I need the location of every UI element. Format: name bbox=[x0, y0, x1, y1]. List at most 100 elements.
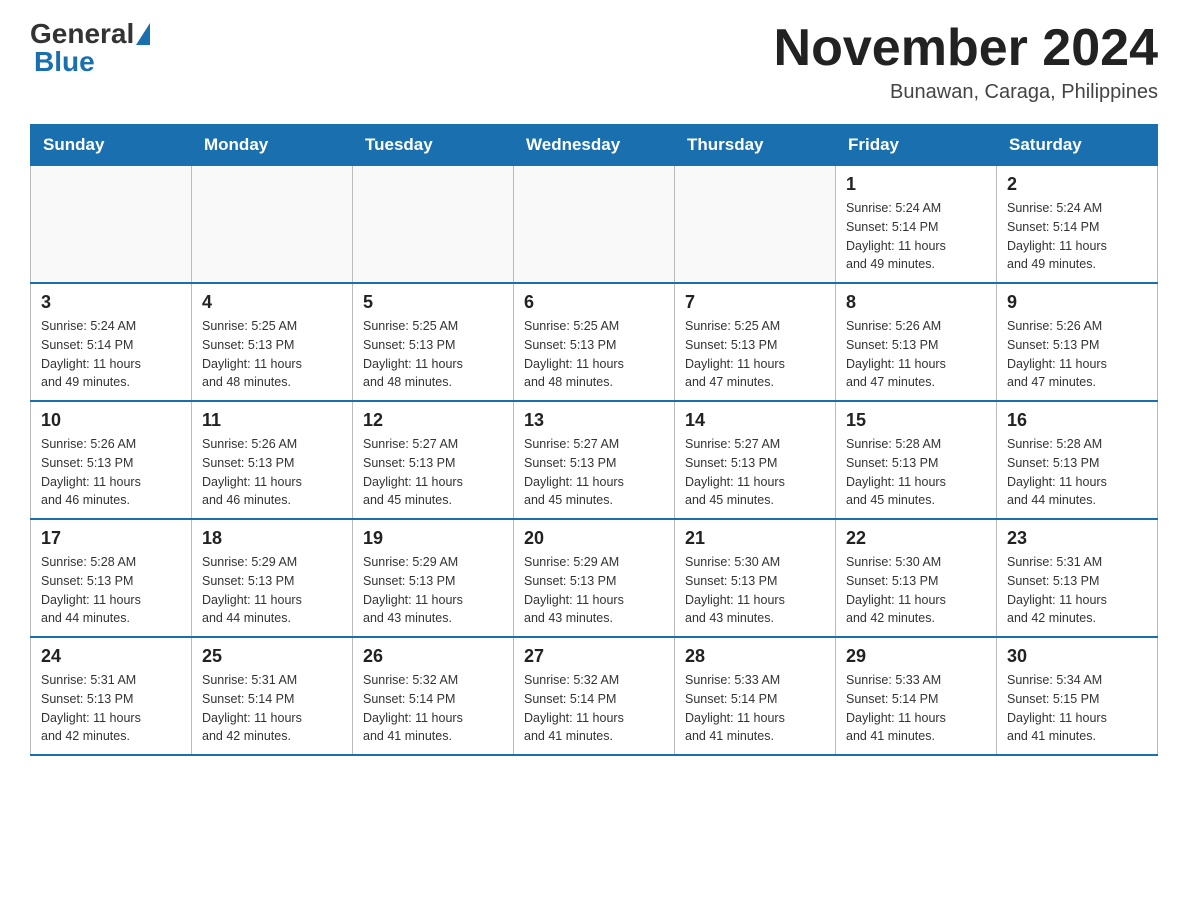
day-info: Sunrise: 5:24 AM Sunset: 5:14 PM Dayligh… bbox=[1007, 199, 1147, 274]
table-row bbox=[353, 166, 514, 284]
col-friday: Friday bbox=[836, 125, 997, 166]
col-monday: Monday bbox=[192, 125, 353, 166]
day-number: 30 bbox=[1007, 646, 1147, 667]
day-info: Sunrise: 5:31 AM Sunset: 5:14 PM Dayligh… bbox=[202, 671, 342, 746]
day-info: Sunrise: 5:33 AM Sunset: 5:14 PM Dayligh… bbox=[846, 671, 986, 746]
day-number: 24 bbox=[41, 646, 181, 667]
table-row: 25Sunrise: 5:31 AM Sunset: 5:14 PM Dayli… bbox=[192, 637, 353, 755]
table-row: 11 Sunrise: 5:26 AM Sunset: 5:13 PM Dayli… bbox=[192, 401, 353, 519]
day-number: 13 bbox=[524, 410, 664, 431]
day-info: Sunrise: 5:34 AM Sunset: 5:15 PM Dayligh… bbox=[1007, 671, 1147, 746]
day-number: 2 bbox=[1007, 174, 1147, 195]
table-row: 8 Sunrise: 5:26 AM Sunset: 5:13 PM Daylig… bbox=[836, 283, 997, 401]
day-info: Sunrise: 5:25 AM Sunset: 5:13 PM Dayligh… bbox=[202, 317, 342, 392]
day-number: 28 bbox=[685, 646, 825, 667]
day-number: 15 bbox=[846, 410, 986, 431]
table-row: 21 Sunrise: 5:30 AM Sunset: 5:13 PM Dayli… bbox=[675, 519, 836, 637]
day-info: Sunrise: 5:27 AM Sunset: 5:13 PM Dayligh… bbox=[685, 435, 825, 510]
day-info: Sunrise: 5:25 AM Sunset: 5:13 PM Dayligh… bbox=[524, 317, 664, 392]
day-number: 9 bbox=[1007, 292, 1147, 313]
day-number: 20 bbox=[524, 528, 664, 549]
logo-triangle-icon bbox=[136, 23, 150, 45]
day-info: Sunrise: 5:26 AM Sunset: 5:13 PM Dayligh… bbox=[41, 435, 181, 510]
day-info: Sunrise: 5:30 AM Sunset: 5:13 PM Dayligh… bbox=[846, 553, 986, 628]
col-wednesday: Wednesday bbox=[514, 125, 675, 166]
day-info: Sunrise: 5:31 AM Sunset: 5:13 PM Dayligh… bbox=[1007, 553, 1147, 628]
day-number: 17 bbox=[41, 528, 181, 549]
logo-general-text: General bbox=[30, 20, 134, 48]
table-row: 6 Sunrise: 5:25 AM Sunset: 5:13 PM Daylig… bbox=[514, 283, 675, 401]
table-row bbox=[514, 166, 675, 284]
table-row: 17 Sunrise: 5:28 AM Sunset: 5:13 PM Dayli… bbox=[31, 519, 192, 637]
table-row: 10 Sunrise: 5:26 AM Sunset: 5:13 PM Dayli… bbox=[31, 401, 192, 519]
table-row: 19Sunrise: 5:29 AM Sunset: 5:13 PM Dayli… bbox=[353, 519, 514, 637]
col-tuesday: Tuesday bbox=[353, 125, 514, 166]
day-number: 8 bbox=[846, 292, 986, 313]
page-header: General Blue November 2024 Bunawan, Cara… bbox=[30, 20, 1158, 104]
table-row: 27 Sunrise: 5:32 AM Sunset: 5:14 PM Dayli… bbox=[514, 637, 675, 755]
day-info: Sunrise: 5:24 AM Sunset: 5:14 PM Dayligh… bbox=[41, 317, 181, 392]
col-sunday: Sunday bbox=[31, 125, 192, 166]
day-info: Sunrise: 5:25 AM Sunset: 5:13 PM Dayligh… bbox=[685, 317, 825, 392]
day-info: Sunrise: 5:26 AM Sunset: 5:13 PM Dayligh… bbox=[1007, 317, 1147, 392]
weekday-header-row: Sunday Monday Tuesday Wednesday Thursday… bbox=[31, 125, 1158, 166]
col-thursday: Thursday bbox=[675, 125, 836, 166]
day-number: 7 bbox=[685, 292, 825, 313]
day-info: Sunrise: 5:28 AM Sunset: 5:13 PM Dayligh… bbox=[41, 553, 181, 628]
day-number: 14 bbox=[685, 410, 825, 431]
day-number: 11 bbox=[202, 410, 342, 431]
table-row: 18 Sunrise: 5:29 AM Sunset: 5:13 PM Dayli… bbox=[192, 519, 353, 637]
day-info: Sunrise: 5:32 AM Sunset: 5:14 PM Dayligh… bbox=[524, 671, 664, 746]
table-row: 5Sunrise: 5:25 AM Sunset: 5:13 PM Daylig… bbox=[353, 283, 514, 401]
day-number: 10 bbox=[41, 410, 181, 431]
day-info: Sunrise: 5:27 AM Sunset: 5:13 PM Dayligh… bbox=[363, 435, 503, 510]
col-saturday: Saturday bbox=[997, 125, 1158, 166]
table-row bbox=[675, 166, 836, 284]
day-info: Sunrise: 5:26 AM Sunset: 5:13 PM Dayligh… bbox=[202, 435, 342, 510]
title-section: November 2024 Bunawan, Caraga, Philippin… bbox=[774, 20, 1158, 104]
table-row bbox=[31, 166, 192, 284]
table-row: 12 Sunrise: 5:27 AM Sunset: 5:13 PM Dayli… bbox=[353, 401, 514, 519]
day-number: 23 bbox=[1007, 528, 1147, 549]
table-row: 29 Sunrise: 5:33 AM Sunset: 5:14 PM Dayli… bbox=[836, 637, 997, 755]
day-info: Sunrise: 5:29 AM Sunset: 5:13 PM Dayligh… bbox=[202, 553, 342, 628]
table-row: 20 Sunrise: 5:29 AM Sunset: 5:13 PM Dayli… bbox=[514, 519, 675, 637]
calendar-week-row: 24 Sunrise: 5:31 AM Sunset: 5:13 PM Dayli… bbox=[31, 637, 1158, 755]
logo-blue-text: Blue bbox=[34, 48, 95, 76]
table-row: 7 Sunrise: 5:25 AM Sunset: 5:13 PM Daylig… bbox=[675, 283, 836, 401]
day-info: Sunrise: 5:24 AM Sunset: 5:14 PM Dayligh… bbox=[846, 199, 986, 274]
day-info: Sunrise: 5:31 AM Sunset: 5:13 PM Dayligh… bbox=[41, 671, 181, 746]
table-row: 15 Sunrise: 5:28 AM Sunset: 5:13 PM Dayli… bbox=[836, 401, 997, 519]
day-info: Sunrise: 5:25 AM Sunset: 5:13 PM Dayligh… bbox=[363, 317, 503, 392]
page-subtitle: Bunawan, Caraga, Philippines bbox=[774, 81, 1158, 104]
calendar-week-row: 3 Sunrise: 5:24 AM Sunset: 5:14 PM Daylig… bbox=[31, 283, 1158, 401]
calendar-header: Sunday Monday Tuesday Wednesday Thursday… bbox=[31, 125, 1158, 166]
day-number: 18 bbox=[202, 528, 342, 549]
day-number: 21 bbox=[685, 528, 825, 549]
day-info: Sunrise: 5:28 AM Sunset: 5:13 PM Dayligh… bbox=[1007, 435, 1147, 510]
day-number: 22 bbox=[846, 528, 986, 549]
day-number: 3 bbox=[41, 292, 181, 313]
calendar-week-row: 17 Sunrise: 5:28 AM Sunset: 5:13 PM Dayli… bbox=[31, 519, 1158, 637]
table-row: 4 Sunrise: 5:25 AM Sunset: 5:13 PM Daylig… bbox=[192, 283, 353, 401]
day-number: 12 bbox=[363, 410, 503, 431]
day-number: 4 bbox=[202, 292, 342, 313]
table-row: 30 Sunrise: 5:34 AM Sunset: 5:15 PM Dayli… bbox=[997, 637, 1158, 755]
table-row: 14 Sunrise: 5:27 AM Sunset: 5:13 PM Dayli… bbox=[675, 401, 836, 519]
calendar-table: Sunday Monday Tuesday Wednesday Thursday… bbox=[30, 124, 1158, 756]
table-row: 26Sunrise: 5:32 AM Sunset: 5:14 PM Dayli… bbox=[353, 637, 514, 755]
day-number: 16 bbox=[1007, 410, 1147, 431]
day-number: 27 bbox=[524, 646, 664, 667]
day-info: Sunrise: 5:29 AM Sunset: 5:13 PM Dayligh… bbox=[363, 553, 503, 628]
page-title: November 2024 bbox=[774, 20, 1158, 77]
table-row: 28Sunrise: 5:33 AM Sunset: 5:14 PM Dayli… bbox=[675, 637, 836, 755]
day-info: Sunrise: 5:27 AM Sunset: 5:13 PM Dayligh… bbox=[524, 435, 664, 510]
day-info: Sunrise: 5:32 AM Sunset: 5:14 PM Dayligh… bbox=[363, 671, 503, 746]
day-info: Sunrise: 5:29 AM Sunset: 5:13 PM Dayligh… bbox=[524, 553, 664, 628]
day-number: 29 bbox=[846, 646, 986, 667]
table-row: 22 Sunrise: 5:30 AM Sunset: 5:13 PM Dayli… bbox=[836, 519, 997, 637]
day-number: 6 bbox=[524, 292, 664, 313]
day-info: Sunrise: 5:30 AM Sunset: 5:13 PM Dayligh… bbox=[685, 553, 825, 628]
day-info: Sunrise: 5:28 AM Sunset: 5:13 PM Dayligh… bbox=[846, 435, 986, 510]
day-info: Sunrise: 5:26 AM Sunset: 5:13 PM Dayligh… bbox=[846, 317, 986, 392]
